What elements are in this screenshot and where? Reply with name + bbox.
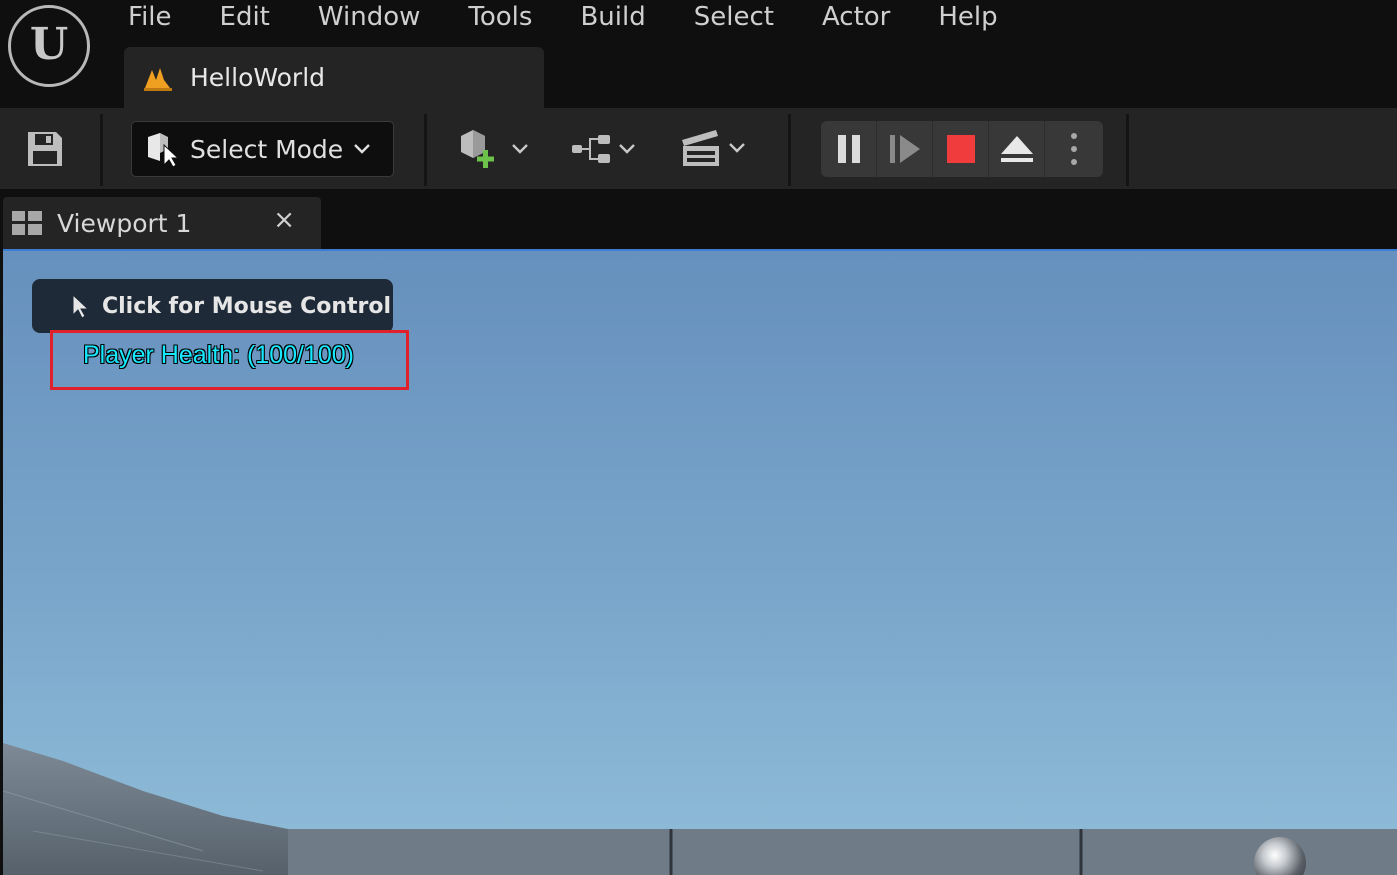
frame-advance-icon <box>889 135 920 163</box>
chevron-down-icon <box>354 144 371 154</box>
select-mode-dropdown[interactable]: Select Mode <box>131 121 394 177</box>
chevron-down-icon <box>729 143 745 153</box>
menu-file[interactable]: File <box>104 0 196 34</box>
toolbar-separator <box>788 114 791 186</box>
kebab-menu-icon <box>1071 133 1077 165</box>
menu-tools[interactable]: Tools <box>444 0 556 34</box>
main-toolbar: Select Mode <box>0 108 1397 189</box>
save-icon <box>28 132 62 166</box>
menu-help[interactable]: Help <box>914 0 1021 34</box>
cinematics-button[interactable] <box>676 126 750 170</box>
pause-button[interactable] <box>821 121 877 177</box>
menu-select[interactable]: Select <box>670 0 798 34</box>
unreal-logo-icon[interactable]: U <box>8 5 90 87</box>
cursor-icon <box>72 293 90 319</box>
blueprint-button[interactable] <box>566 128 640 170</box>
toolbar-separator <box>1126 114 1129 186</box>
add-actor-icon <box>461 130 494 168</box>
toolbar-separator <box>424 114 427 186</box>
mouse-control-button[interactable]: Click for Mouse Control <box>32 279 393 333</box>
menu-build[interactable]: Build <box>556 0 669 34</box>
main-menu-bar: File Edit Window Tools Build Select Acto… <box>104 0 1022 34</box>
level-viewport[interactable]: Click for Mouse Control Player Health: (… <box>3 249 1397 875</box>
eject-icon <box>1000 136 1033 162</box>
select-mode-label: Select Mode <box>190 134 344 164</box>
menu-edit[interactable]: Edit <box>196 0 294 34</box>
level-document-tab[interactable]: HelloWorld <box>124 47 544 108</box>
add-actor-button[interactable] <box>456 128 532 170</box>
title-bar: U File Edit Window Tools Build Select Ac… <box>0 0 1397 108</box>
menu-actor[interactable]: Actor <box>798 0 914 34</box>
player-health-text: Player Health: (100/100) <box>83 341 354 369</box>
chevron-down-icon <box>512 144 528 154</box>
stop-button[interactable] <box>933 121 989 177</box>
highlight-box: Player Health: (100/100) <box>50 330 409 390</box>
stop-icon <box>946 135 975 163</box>
mouse-control-label: Click for Mouse Control <box>102 293 392 319</box>
blueprint-icon <box>572 135 610 163</box>
chevron-down-icon <box>619 144 635 154</box>
play-controls <box>821 121 1103 177</box>
clapperboard-icon <box>682 130 719 166</box>
level-tab-label: HelloWorld <box>190 63 326 92</box>
select-mode-icon <box>148 133 178 167</box>
close-icon[interactable]: × <box>273 205 295 235</box>
panel-tab-row: Viewport 1 × <box>0 189 1397 249</box>
viewport-layout-icon <box>12 211 42 235</box>
viewport-tab-label: Viewport 1 <box>57 208 192 238</box>
menu-window[interactable]: Window <box>294 0 445 34</box>
toolbar-separator <box>100 114 103 186</box>
tab-viewport-1[interactable]: Viewport 1 × <box>3 197 321 249</box>
level-icon <box>144 67 172 91</box>
save-button[interactable] <box>22 128 68 170</box>
eject-button[interactable] <box>989 121 1045 177</box>
more-options-button[interactable] <box>1045 121 1103 177</box>
advance-frame-button[interactable] <box>877 121 933 177</box>
pause-icon <box>837 135 860 163</box>
